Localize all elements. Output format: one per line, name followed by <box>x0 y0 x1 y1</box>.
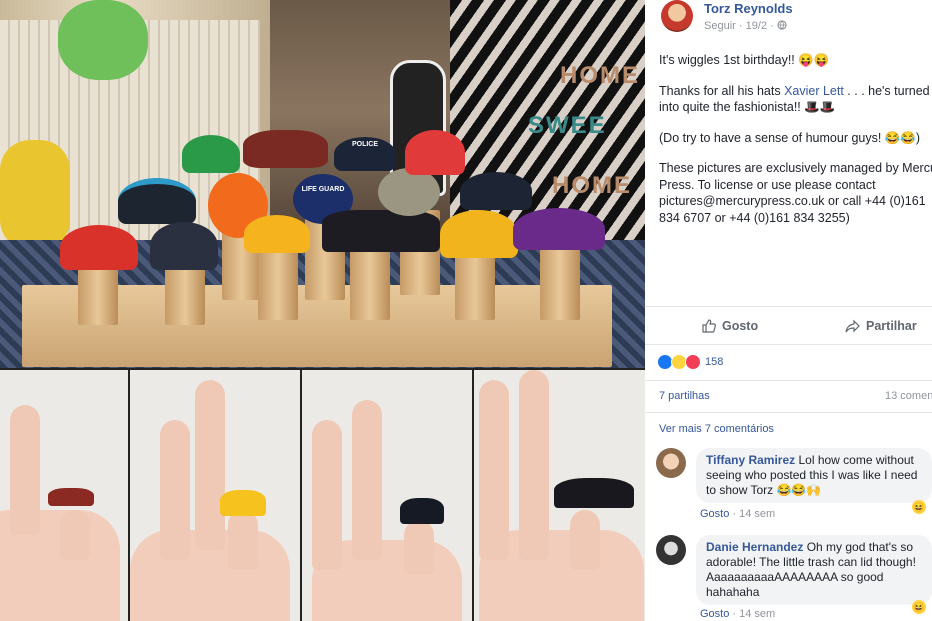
commenter-name[interactable]: Tiffany Ramirez <box>706 453 795 467</box>
photo-mini-hat-viking <box>554 478 634 508</box>
comment-like-link[interactable]: Gosto <box>700 608 729 620</box>
hand-photo-4[interactable] <box>474 370 645 621</box>
tagged-user-link[interactable]: Xavier Lett <box>784 84 844 98</box>
globe-icon <box>777 20 787 32</box>
comment-bubble: Tiffany Ramirez Lol how come without see… <box>696 448 932 503</box>
reactions-summary[interactable]: 158 <box>657 354 723 370</box>
like-label: Gosto <box>722 319 759 333</box>
photo-finger <box>352 400 382 560</box>
post-paragraph-thanks: Thanks for all his hats Xavier Lett . . … <box>659 83 932 116</box>
comment-time[interactable]: 14 sem <box>739 608 775 620</box>
shares-count-link[interactable]: 7 partilhas <box>659 390 710 402</box>
post-photo-collage[interactable]: HOME SWEE HOME LIFE GUARD POLICE <box>0 0 645 621</box>
post-paragraph: These pictures are exclusively managed b… <box>659 161 932 225</box>
photo-sign: HOME <box>552 172 632 199</box>
divider <box>645 306 932 307</box>
share-button[interactable]: Partilhar <box>845 318 917 334</box>
meta-separator: · <box>738 20 743 32</box>
photo-hat-cowboy <box>243 130 328 168</box>
photo-hat-police-cap <box>118 178 196 224</box>
photo-finger <box>479 380 509 560</box>
photo-hat-yellow-cap <box>244 215 310 253</box>
photo-hat-police: POLICE <box>334 137 396 171</box>
author-avatar[interactable] <box>661 0 693 32</box>
post-paragraph: It's wiggles 1st birthday!! 😝😝 <box>659 53 830 67</box>
reaction-count: 158 <box>705 356 724 368</box>
haha-reaction-icon[interactable]: 😆 <box>912 600 926 614</box>
post-date[interactable]: 19/2 <box>746 20 767 32</box>
divider <box>645 344 932 345</box>
post-meta: Seguir · 19/2 · <box>704 20 787 32</box>
share-label: Partilhar <box>866 319 917 333</box>
photo-finger <box>10 405 40 535</box>
photo-mini-hat-police <box>400 498 444 524</box>
photo-finger <box>160 420 190 560</box>
hand-photo-2[interactable] <box>130 370 300 621</box>
author-name[interactable]: Torz Reynolds <box>704 1 793 16</box>
divider <box>645 380 932 381</box>
comments-count-link[interactable]: 13 comentários <box>885 390 932 402</box>
post-text-span: Thanks for all his hats <box>659 83 785 98</box>
comment-meta: Gosto · 14 sem <box>700 508 776 520</box>
photo-finger <box>228 510 258 570</box>
photo-sign: SWEE <box>528 112 607 139</box>
view-more-comments-link[interactable]: Ver mais 7 comentários <box>659 423 774 435</box>
photo-hat-grey-helmet <box>378 168 440 216</box>
photo-hat-red-cap <box>60 225 138 270</box>
hand-photo-3[interactable] <box>302 370 472 621</box>
share-icon <box>845 319 860 333</box>
photo-green-mask <box>58 0 148 80</box>
thumbs-up-icon <box>702 319 716 333</box>
commenter-avatar[interactable] <box>656 448 686 478</box>
comment-meta: Gosto · 14 sem <box>700 608 776 620</box>
main-photo[interactable]: HOME SWEE HOME LIFE GUARD POLICE <box>0 0 645 368</box>
haha-reaction-icon[interactable]: 😆 <box>912 500 926 514</box>
photo-hat-red-helmet <box>405 130 465 175</box>
photo-yellow-toy <box>0 140 70 250</box>
like-button[interactable]: Gosto <box>701 318 758 334</box>
follow-link[interactable]: Seguir <box>704 20 736 32</box>
photo-finger <box>60 510 90 560</box>
meta-separator: · <box>770 20 774 32</box>
hand-photo-1[interactable] <box>0 370 128 621</box>
photo-peg <box>350 240 390 320</box>
post-sidebar: Torz Reynolds Seguir · 19/2 · It's wiggl… <box>645 0 932 621</box>
divider <box>645 412 932 413</box>
photo-hat-navy-cap <box>150 222 218 270</box>
love-reaction-icon <box>685 354 701 370</box>
photo-mini-hat-yellow <box>220 490 266 516</box>
photo-finger <box>312 420 342 570</box>
comment-time[interactable]: 14 sem <box>739 508 775 520</box>
photo-finger <box>570 510 600 570</box>
photo-sign: HOME <box>560 62 640 89</box>
photo-mini-hat-cowboy <box>48 488 94 506</box>
photo-peg <box>540 240 580 320</box>
photo-hat-green-cap <box>182 135 240 173</box>
post-text: It's wiggles 1st birthday!! 😝😝 Thanks fo… <box>659 52 932 240</box>
comment-like-link[interactable]: Gosto <box>700 508 729 520</box>
photo-finger <box>404 520 434 575</box>
photo-hat-yellow-hardhat <box>440 210 518 258</box>
photo-finger <box>519 370 549 560</box>
photo-hat-purple-beret <box>513 208 605 250</box>
photo-hat-black-cap <box>460 172 532 210</box>
photo-hat-viking <box>322 210 440 252</box>
photo-finger <box>195 380 225 550</box>
commenter-name[interactable]: Danie Hernandez <box>706 540 803 554</box>
comment-bubble: Danie Hernandez Oh my god that's so ador… <box>696 535 932 605</box>
commenter-avatar[interactable] <box>656 535 686 565</box>
post-paragraph: (Do try to have a sense of humour guys! … <box>659 130 921 145</box>
